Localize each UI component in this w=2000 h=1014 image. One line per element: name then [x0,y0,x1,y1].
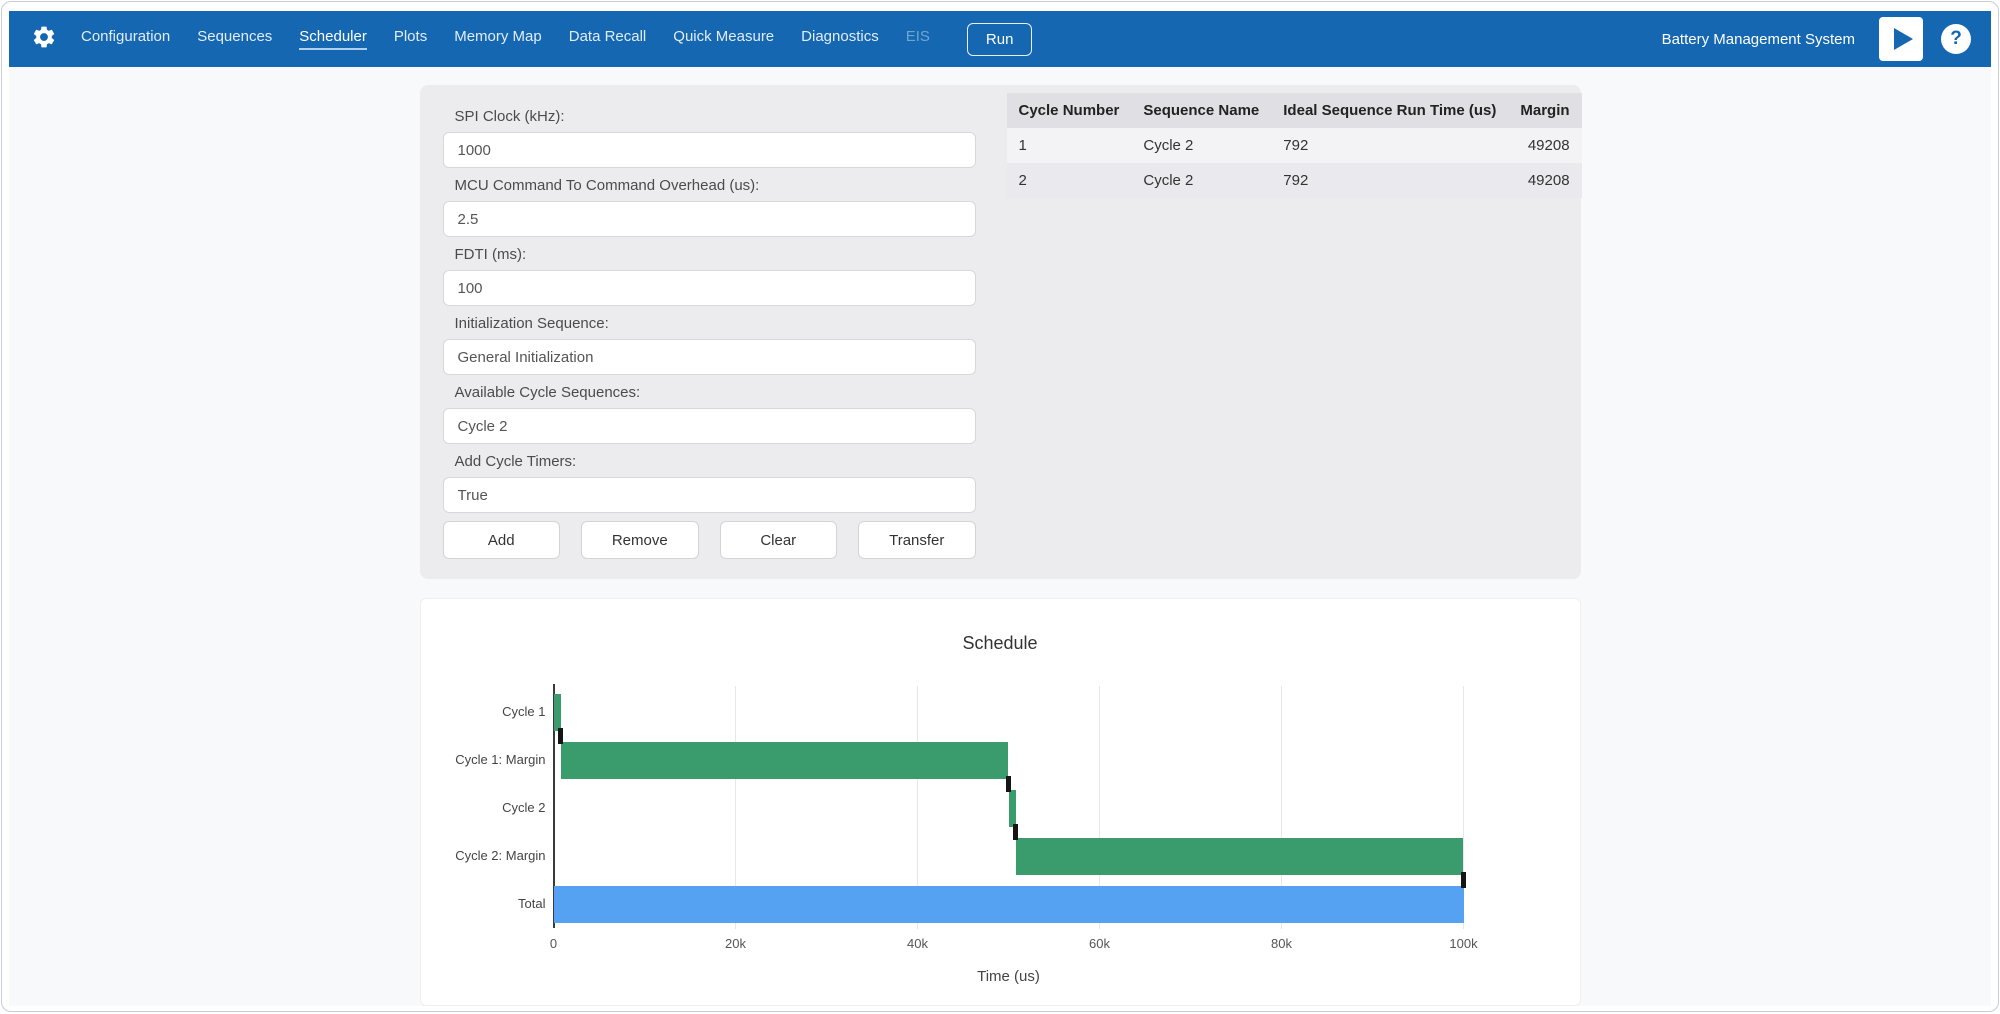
chart-row-label: Cycle 1: Margin [406,752,546,767]
settings-button[interactable] [29,24,59,54]
add-button[interactable]: Add [443,521,561,559]
nav-item-plots[interactable]: Plots [394,28,427,50]
chart-row-label: Cycle 1 [406,704,546,719]
cycles-table: Cycle Number Sequence Name Ideal Sequenc… [1007,93,1582,198]
question-mark-icon: ? [1950,28,1962,50]
cycle-sequences-input[interactable] [443,408,976,444]
run-button[interactable]: Run [967,23,1033,56]
nav-item-memory-map[interactable]: Memory Map [454,28,542,50]
cell-sequence-name: Cycle 2 [1131,163,1271,198]
header-run-time: Ideal Sequence Run Time (us) [1271,93,1508,128]
table-header-row: Cycle Number Sequence Name Ideal Sequenc… [1007,93,1582,128]
chart-tick-label: 40k [893,936,943,951]
cycle-timers-label: Add Cycle Timers: [455,452,976,471]
chart-tick-label: 60k [1075,936,1125,951]
help-button[interactable]: ? [1941,24,1971,54]
field-fdti: FDTI (ms): [443,245,976,306]
chart-row-label: Cycle 2: Margin [406,848,546,863]
field-mcu-overhead: MCU Command To Command Overhead (us): [443,176,976,237]
header-margin: Margin [1508,93,1581,128]
table-row[interactable]: 2 Cycle 2 792 49208 [1007,163,1582,198]
app-window: Configuration Sequences Scheduler Plots … [1,1,1999,1012]
chart-tick-label: 100k [1439,936,1489,951]
chart-bar [1009,790,1016,827]
cell-run-time: 792 [1271,163,1508,198]
nav-item-scheduler[interactable]: Scheduler [299,28,367,50]
chart-tick-label: 80k [1257,936,1307,951]
transfer-button[interactable]: Transfer [858,521,976,559]
cell-margin: 49208 [1508,128,1581,163]
chart-tick-label: 20k [711,936,761,951]
chart-marker [558,728,563,744]
mcu-overhead-input[interactable] [443,201,976,237]
table-row[interactable]: 1 Cycle 2 792 49208 [1007,128,1582,163]
scheduler-form: SPI Clock (kHz): MCU Command To Command … [443,107,976,559]
field-spi-clock: SPI Clock (kHz): [443,107,976,168]
cycle-sequences-label: Available Cycle Sequences: [455,383,976,402]
cell-cycle-number: 2 [1007,163,1132,198]
schedule-card: Schedule 020k40k60k80k100kCycle 1Cycle 1… [420,598,1581,1006]
app-title: Battery Management System [1662,31,1855,48]
header-sequence-name: Sequence Name [1131,93,1271,128]
gear-icon [31,24,57,55]
spi-clock-input[interactable] [443,132,976,168]
chart-tick-label: 0 [529,936,579,951]
cell-run-time: 792 [1271,128,1508,163]
chart-bar [561,742,1009,779]
main-content: SPI Clock (kHz): MCU Command To Command … [9,67,1991,1006]
nav-item-data-recall[interactable]: Data Recall [569,28,647,50]
init-sequence-label: Initialization Sequence: [455,314,976,333]
chart-bar [1016,838,1464,875]
fdti-input[interactable] [443,270,976,306]
cell-margin: 49208 [1508,163,1581,198]
nav-item-configuration[interactable]: Configuration [81,28,170,50]
chart-row-label: Cycle 2 [406,800,546,815]
scheduler-settings-panel: SPI Clock (kHz): MCU Command To Command … [420,85,1581,579]
init-sequence-input[interactable] [443,339,976,375]
field-init-sequence: Initialization Sequence: [443,314,976,375]
chart-row-label: Total [406,896,546,911]
nav-item-eis[interactable]: EIS [906,28,930,50]
chart-x-axis-title: Time (us) [554,968,1464,985]
chart-marker [1461,872,1466,888]
chart-marker [1006,776,1011,792]
topbar-right: Battery Management System ? [1662,17,1971,61]
top-nav: Configuration Sequences Scheduler Plots … [9,11,1991,67]
nav-item-diagnostics[interactable]: Diagnostics [801,28,879,50]
play-button[interactable] [1879,17,1923,61]
fdti-label: FDTI (ms): [455,245,976,264]
clear-button[interactable]: Clear [720,521,838,559]
cell-cycle-number: 1 [1007,128,1132,163]
chart-bar [554,694,561,731]
chart-plot-area: 020k40k60k80k100kCycle 1Cycle 1: MarginC… [554,688,1464,928]
chart-bar [554,886,1464,923]
remove-button[interactable]: Remove [581,521,699,559]
form-button-row: Add Remove Clear Transfer [443,521,976,559]
chart-marker [1013,824,1018,840]
play-icon [1894,28,1913,50]
field-cycle-timers: Add Cycle Timers: [443,452,976,513]
spi-clock-label: SPI Clock (kHz): [455,107,976,126]
header-cycle-number: Cycle Number [1007,93,1132,128]
cycle-timers-input[interactable] [443,477,976,513]
field-cycle-sequences: Available Cycle Sequences: [443,383,976,444]
cell-sequence-name: Cycle 2 [1131,128,1271,163]
mcu-overhead-label: MCU Command To Command Overhead (us): [455,176,976,195]
nav-item-sequences[interactable]: Sequences [197,28,272,50]
chart-title: Schedule [421,599,1580,654]
nav-item-quick-measure[interactable]: Quick Measure [673,28,774,50]
